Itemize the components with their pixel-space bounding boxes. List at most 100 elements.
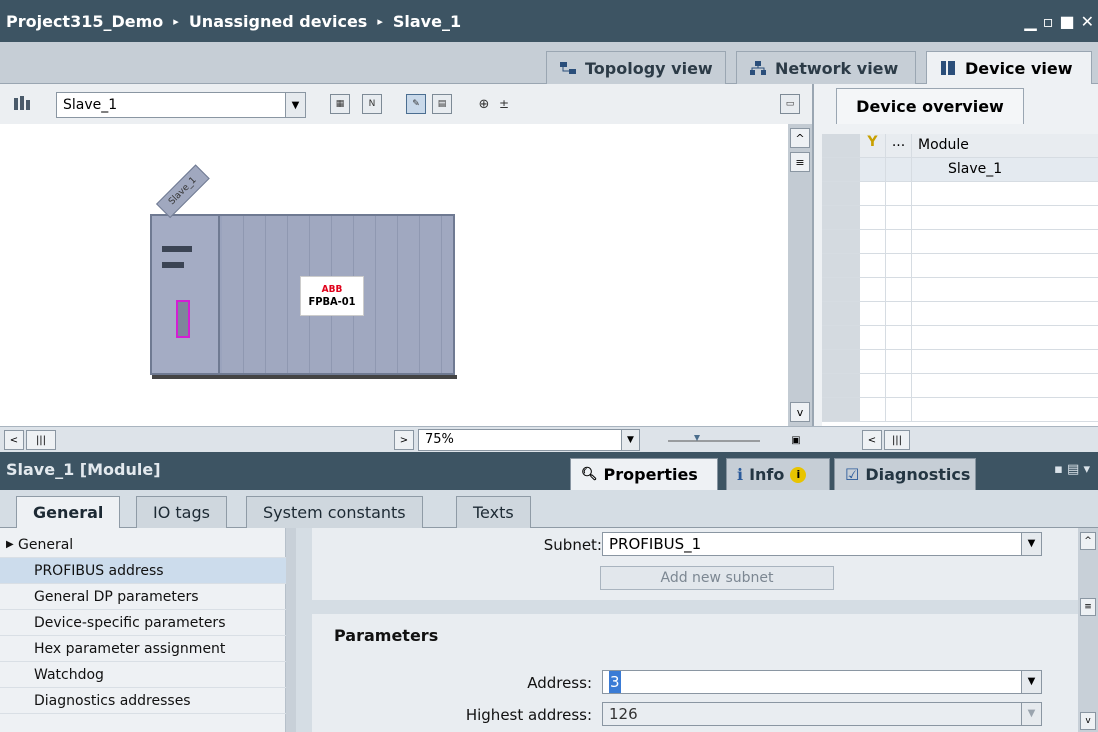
table-row[interactable] (822, 182, 1098, 206)
scroll-down-icon[interactable]: v (1080, 712, 1096, 730)
add-new-subnet-button[interactable]: Add new subnet (600, 566, 834, 590)
nav-splitter[interactable] (286, 528, 296, 732)
overview-scrollbar: < ||| (812, 426, 1098, 452)
show-io-icon[interactable]: ▦ (330, 94, 350, 114)
zoom-icon[interactable]: ⊕ (474, 94, 494, 114)
module-name: FPBA-01 (308, 295, 356, 308)
grid-icon[interactable]: ▤ (432, 94, 452, 114)
show-names-icon[interactable]: N (362, 94, 382, 114)
nav-item-profibus-address[interactable]: PROFIBUS address (0, 558, 286, 584)
table-row[interactable] (822, 302, 1098, 326)
subnet-label: Subnet: (543, 536, 602, 554)
expand-arrow-icon[interactable]: ▶ (6, 532, 14, 558)
zoom-slider[interactable] (664, 432, 764, 446)
scroll-right-icon[interactable]: > (394, 430, 414, 450)
close-icon[interactable]: ✕ (1081, 12, 1094, 31)
table-row[interactable] (822, 326, 1098, 350)
title-bar: Project315_Demo ▸ Unassigned devices ▸ S… (0, 0, 1098, 42)
chevron-down-icon[interactable]: ▼ (285, 93, 305, 117)
subtab-texts[interactable]: Texts (456, 496, 531, 528)
table-header-row: Y ... Module (822, 134, 1098, 158)
profibus-connector[interactable] (176, 300, 190, 338)
scroll-up-icon[interactable]: ^ (790, 128, 810, 148)
draw-mode-icon[interactable]: ✎ (406, 94, 426, 114)
table-row[interactable] (822, 230, 1098, 254)
subtab-general[interactable]: General (16, 496, 121, 528)
breadcrumb-unassigned-devices[interactable]: Unassigned devices (189, 12, 368, 31)
device-overview-panel: Device overview Y ... Module Slave_1 (812, 84, 1098, 452)
scroll-down-icon[interactable]: v (790, 402, 810, 422)
led-bar (162, 262, 184, 268)
column-header-module[interactable]: Module (918, 137, 969, 153)
module-cell[interactable]: Slave_1 (948, 161, 1002, 177)
subtab-system-constants[interactable]: System constants (246, 496, 423, 528)
chevron-down-icon[interactable]: ▼ (1021, 671, 1041, 693)
table-row[interactable] (822, 374, 1098, 398)
device-select-value: Slave_1 (63, 97, 118, 113)
maximize-icon[interactable]: ■ (1059, 12, 1074, 31)
overview-toggle-icon[interactable]: ▭ (780, 94, 800, 114)
scroll-thumb[interactable]: ||| (26, 430, 56, 450)
tab-label: Diagnostics (865, 465, 971, 484)
canvas-status-bar: < ||| > 75% ▼ ▣ (0, 426, 812, 452)
tab-topology-view[interactable]: Topology view (546, 51, 726, 84)
module-graphic[interactable]: ABB FPBA-01 (300, 276, 364, 316)
table-row[interactable] (822, 398, 1098, 422)
properties-scrollbar[interactable]: ^ ≡ v (1078, 528, 1098, 732)
scroll-up-icon[interactable]: ^ (1080, 532, 1096, 550)
tab-diagnostics[interactable]: ☑ Diagnostics (834, 458, 976, 490)
view-tabs: Topology view Network view Device view (0, 42, 1098, 84)
table-row[interactable] (822, 206, 1098, 230)
zoom-dropdown-icon[interactable]: ± (494, 94, 514, 114)
breadcrumb-slave[interactable]: Slave_1 (393, 12, 461, 31)
nav-item-general-dp-parameters[interactable]: General DP parameters (0, 584, 286, 610)
scroll-thumb[interactable]: ||| (884, 430, 910, 450)
inspector-title: Slave_1 [Module] (6, 460, 161, 479)
panel-options-icon[interactable]: ▪ ▤ ▾ (1054, 462, 1090, 477)
subnet-section: Subnet: PROFIBUS_1 ▼ Add new subnet (312, 528, 1078, 600)
chevron-down-icon[interactable]: ▼ (621, 430, 639, 450)
tab-device-overview[interactable]: Device overview (836, 88, 1024, 124)
nav-item-diagnostics-addresses[interactable]: Diagnostics addresses (0, 688, 286, 714)
scroll-left-icon[interactable]: < (862, 430, 882, 450)
nav-item-label: General (18, 537, 74, 553)
scroll-left-icon[interactable]: < (4, 430, 24, 450)
chevron-down-icon[interactable]: ▼ (1021, 533, 1041, 555)
overview-nav-icon[interactable]: ▣ (786, 430, 806, 450)
column-header-dots[interactable]: ... (886, 134, 912, 157)
tab-info[interactable]: ℹ Info i (726, 458, 830, 490)
table-row[interactable] (822, 350, 1098, 374)
rack-shadow (152, 375, 457, 379)
zoom-select[interactable]: 75% ▼ (418, 429, 640, 451)
led-bar (162, 246, 192, 252)
nav-item-hex-parameter-assignment[interactable]: Hex parameter assignment (0, 636, 286, 662)
nav-item-label: PROFIBUS address (34, 563, 164, 579)
scroll-menu-icon[interactable]: ≡ (1080, 598, 1096, 616)
table-row[interactable] (822, 278, 1098, 302)
device-select[interactable]: Slave_1 ▼ (56, 92, 306, 118)
tab-device-view[interactable]: Device view (926, 51, 1092, 84)
nav-item-label: Diagnostics addresses (34, 693, 191, 709)
tab-label: Properties (603, 465, 698, 484)
minimize-icon[interactable]: ▁ (1024, 12, 1036, 31)
tab-properties[interactable]: 🔍︎ Properties (570, 458, 718, 490)
tab-network-view[interactable]: Network view (736, 51, 916, 84)
breadcrumb-separator: ▸ (173, 14, 179, 28)
window-controls: ▁ ▫ ■ ✕ (1024, 0, 1098, 42)
nav-item-device-specific-parameters[interactable]: Device-specific parameters (0, 610, 286, 636)
restore-icon[interactable]: ▫ (1043, 12, 1054, 31)
device-navigator-icon[interactable] (12, 94, 32, 114)
breadcrumb-project[interactable]: Project315_Demo (6, 12, 163, 31)
scroll-menu-icon[interactable]: ≡ (790, 152, 810, 172)
nav-item-watchdog[interactable]: Watchdog (0, 662, 286, 688)
nav-item-label: Device-specific parameters (34, 615, 226, 631)
head-module[interactable] (152, 216, 220, 373)
subtab-io-tags[interactable]: IO tags (136, 496, 227, 528)
address-select[interactable]: 3 ▼ (602, 670, 1042, 694)
table-row[interactable] (822, 254, 1098, 278)
canvas-vertical-scrollbar[interactable]: ^ ≡ v (788, 124, 812, 426)
tab-label: Topology view (585, 58, 713, 78)
subnet-select[interactable]: PROFIBUS_1 ▼ (602, 532, 1042, 556)
nav-item-general[interactable]: ▶ General (0, 532, 286, 558)
table-row[interactable]: Slave_1 (822, 158, 1098, 182)
